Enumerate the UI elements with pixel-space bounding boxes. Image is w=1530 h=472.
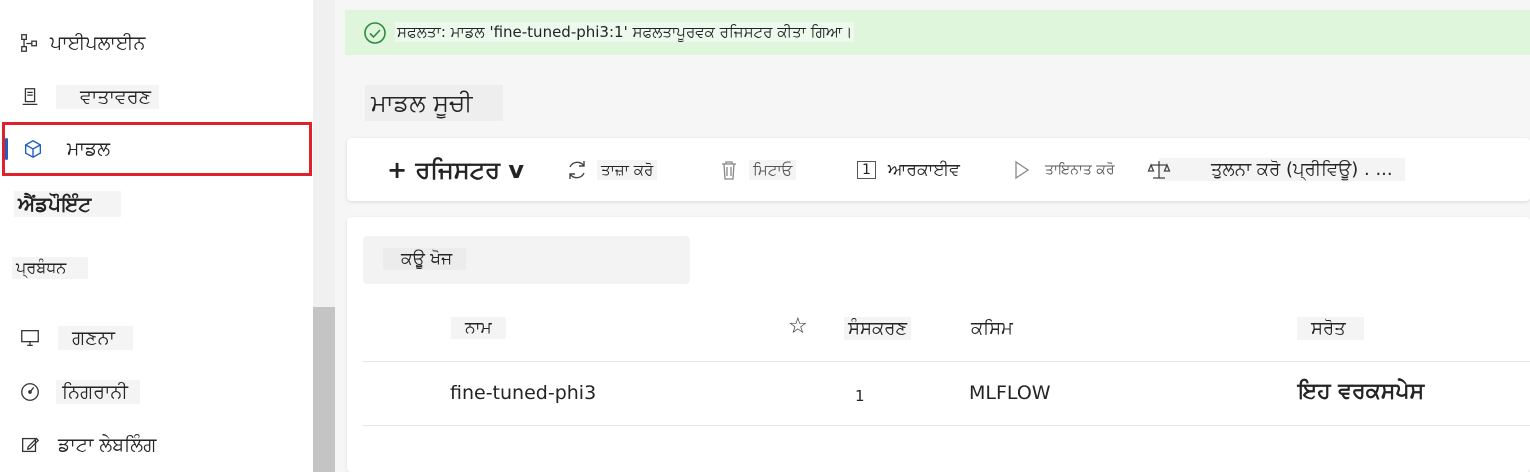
deploy-label: ਤਾਇਨਾਤ ਕਰੋ: [1045, 161, 1115, 178]
trash-icon: [722, 160, 736, 180]
register-button[interactable]: + ਰਜਿਸਟਰ v: [383, 138, 528, 201]
pipeline-icon: [18, 31, 42, 55]
column-header-version[interactable]: ਸੰਸਕਰਣ: [844, 317, 912, 340]
delete-button[interactable]: ਮਿਟਾਓ: [717, 138, 797, 201]
sidebar-item-models[interactable]: ਮਾਡਲ: [2, 122, 312, 176]
models-list-card: ਕਉੂ ਖੋਜ ਨਾਮ ☆ ਸੰਸਕਰਣ ਕਸਿਮ ਸਰੋਤ fine-tune…: [347, 217, 1530, 472]
sidebar-item-pipelines[interactable]: ਪਾਈਪਲਾਈਨ: [0, 23, 313, 63]
column-header-name[interactable]: ਨਾਮ: [451, 317, 506, 339]
refresh-label: ਤਾਜ਼ਾ ਕਰੋ: [597, 159, 658, 180]
sidebar-item-compute[interactable]: ਗਣਨਾ: [0, 318, 313, 358]
monitoring-gauge-icon: [18, 380, 42, 404]
delete-label: ਮਿਟਾਓ: [749, 159, 797, 180]
sidebar-item-label: ਡਾਟਾ ਲੇਬਲਿੰਗ: [58, 434, 157, 456]
model-cube-icon: [21, 137, 45, 161]
sidebar: ਪਾਈਪਲਾਈਨ ਵਾਤਾਵਰਣ ਮਾਡਲ ਐਂਡਪੌਇੰਟ ਪ੍ਰਬੰਧਨ ਗ…: [0, 0, 313, 472]
search-placeholder: ਕਉੂ ਖੋਜ: [383, 248, 467, 270]
scale-icon: [1147, 160, 1171, 179]
divider: [363, 361, 1530, 362]
refresh-button[interactable]: ਤਾਜ਼ਾ ਕਰੋ: [565, 138, 658, 201]
model-type: MLFLOW: [969, 382, 1051, 404]
sidebar-item-label: ਐਂਡਪੌਇੰਟ: [14, 191, 122, 217]
column-header-type[interactable]: ਕਸਿਮ: [967, 317, 1017, 340]
model-source: ਇਹ ਵਰਕਸਪੇਸ: [1298, 379, 1425, 404]
environment-icon: [18, 85, 42, 109]
compute-icon: [18, 326, 42, 350]
sidebar-item-endpoints[interactable]: ਐਂਡਪੌਇੰਟ: [0, 184, 313, 224]
sidebar-item-monitoring[interactable]: ਨਿਗਰਾਨੀ: [0, 372, 313, 412]
play-icon: [1015, 160, 1030, 179]
success-check-icon: [363, 21, 387, 45]
column-header-source[interactable]: ਸਰੋਤ: [1297, 317, 1364, 340]
sidebar-scrollbar-thumb[interactable]: [313, 307, 335, 472]
success-banner: ਸਫਲਤਾ: ਮਾਡਲ 'fine-tuned-phi3:1' ਸਫਲਤਾਪੂਰ…: [345, 10, 1530, 55]
search-input[interactable]: ਕਉੂ ਖੋਜ: [363, 236, 690, 284]
model-version: 1: [855, 387, 865, 405]
main-content: ਸਫਲਤਾ: ਮਾਡਲ 'fine-tuned-phi3:1' ਸਫਲਤਾਪੂਰ…: [335, 0, 1530, 472]
sidebar-item-environment[interactable]: ਵਾਤਾਵਰਣ: [0, 77, 313, 117]
favorite-star-icon[interactable]: ☆: [784, 313, 812, 340]
page-title: ਮਾਡਲ ਸੂਚੀ: [365, 85, 503, 121]
divider: [363, 425, 1530, 426]
register-label: + ਰਜਿਸਟਰ v: [387, 155, 524, 184]
compare-label: ਤੁਲਨਾ ਕਰੋ (ਪ੍ਰੀਵਿਊ) . ...: [1159, 158, 1405, 181]
sidebar-item-label: ਗਣਨਾ: [58, 326, 133, 350]
deploy-button[interactable]: ਤਾਇਨਾਤ ਕਰੋ: [1009, 138, 1119, 201]
refresh-icon: [569, 160, 585, 179]
sidebar-item-label: ਪਾਈਪਲਾਈਨ: [50, 32, 146, 54]
compare-button[interactable]: ਤੁਲਨਾ ਕਰੋ (ਪ੍ਰੀਵਿਊ) . ...: [1147, 138, 1405, 201]
archive-button[interactable]: 1 ਆਰਕਾਈਵ: [857, 138, 964, 201]
sidebar-item-label: ਨਿਗਰਾਨੀ: [56, 380, 141, 404]
labeling-edit-icon: [18, 433, 42, 457]
sidebar-item-label: ਮਾਡਲ: [67, 138, 111, 160]
sidebar-item-data-labeling[interactable]: ਡਾਟਾ ਲੇਬਲਿੰਗ: [0, 425, 313, 465]
sidebar-item-label: ਵਾਤਾਵਰਣ: [56, 85, 159, 109]
archive-label: ਆਰਕਾਈਵ: [887, 159, 960, 180]
model-name-link[interactable]: fine-tuned-phi3: [450, 382, 596, 404]
toolbar: + ਰਜਿਸਟਰ v ਤਾਜ਼ਾ ਕਰੋ ਮਿਟਾਓ 1 ਆਰਕਾਈਵ ਤਾਇਨ…: [347, 138, 1530, 201]
archive-count: 1: [857, 160, 876, 179]
banner-message: ਸਫਲਤਾ: ਮਾਡਲ 'fine-tuned-phi3:1' ਸਫਲਤਾਪੂਰ…: [395, 22, 855, 42]
sidebar-section-manage: ਪ੍ਰਬੰਧਨ: [12, 257, 89, 279]
